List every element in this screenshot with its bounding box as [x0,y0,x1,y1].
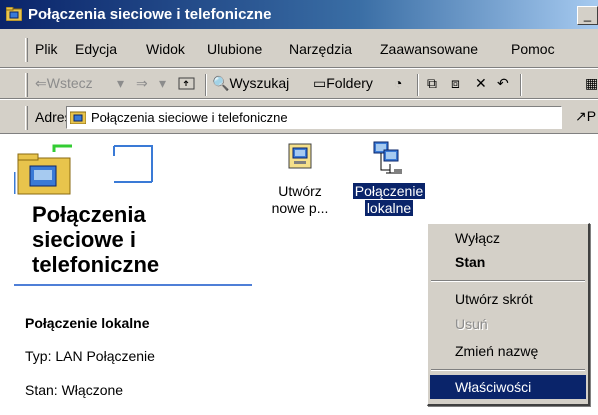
webview-title-line: telefoniczne [32,252,160,277]
network-folder-icon [70,111,86,124]
toolbar: ⇐Wstecz ▾ ⇒ ▾ 🔍Wyszukaj ▭Foldery ◔ ⧉ ⧈ ✕… [0,68,598,99]
label-line: lokalne [364,200,414,216]
search-label: Wyszukaj [229,75,290,91]
menu-tools[interactable]: Narzędzia [289,41,352,57]
minimize-button[interactable]: _ [577,6,598,25]
go-arrow-icon: ↗ [575,108,587,124]
new-connection-label: Utwórz nowe p... [255,183,345,217]
menu-separator [431,280,585,282]
menu-file[interactable]: Plik [35,41,58,57]
local-connection-label: Połączenie lokalne [344,183,434,217]
label-line: nowe p... [271,200,329,216]
address-bar: Adres Połączenia sieciowe i telefoniczne… [0,99,598,134]
ctx-create-shortcut[interactable]: Utwórz skrót [430,287,586,311]
search-icon: 🔍 [212,75,230,91]
folders-label: Foldery [326,75,373,91]
webview-title-line: Połączenia [32,202,146,227]
window-title: Połączenia sieciowe i telefoniczne [28,6,272,23]
menu-bar: Plik Edycja Widok Ulubione Narzędzia Zaa… [0,29,598,68]
label-line: Utwórz [278,183,322,199]
menu-separator [431,369,585,371]
webview-title-line: sieciowe i [32,227,136,252]
context-menu: Wyłącz Stan Utwórz skrót Usuń Zmień nazw… [427,223,590,406]
ctx-delete: Usuń [455,316,488,332]
ctx-rename[interactable]: Zmień nazwę [430,339,586,363]
ctx-status[interactable]: Stan [430,250,586,274]
webview-divider [14,284,252,286]
selected-item-status: Stan: Włączone [25,382,124,398]
selected-item-name: Połączenie lokalne [25,315,150,331]
go-button[interactable]: ↗P [575,108,596,125]
toolbar-separator [520,74,522,96]
views-icon[interactable]: ▦ [585,75,598,92]
forward-dropdown-icon[interactable]: ▾ [159,75,166,92]
go-label: P [586,108,597,124]
network-folder-banner-icon [14,144,153,195]
up-folder-glyph [178,77,195,90]
undo-icon[interactable]: ↶ [497,75,509,92]
selected-item-type: Typ: LAN Połączenie [25,348,155,364]
address-input[interactable]: Połączenia sieciowe i telefoniczne ▼ [66,106,562,129]
history-icon[interactable]: ◔ [394,75,402,91]
menu-advanced[interactable]: Zaawansowane [380,41,478,57]
ctx-disable[interactable]: Wyłącz [430,226,586,250]
search-button[interactable]: 🔍Wyszukaj [212,75,289,92]
back-arrow-icon: ⇐ [35,75,47,91]
delete-icon[interactable]: ✕ [475,75,487,92]
menu-help[interactable]: Pomoc [511,41,555,57]
back-label: Wstecz [46,75,93,91]
local-connection-item[interactable]: Połączenie lokalne [344,140,434,220]
up-folder-icon[interactable] [178,75,195,93]
title-bar[interactable]: Połączenia sieciowe i telefoniczne _ [0,0,598,29]
network-folder-icon [6,7,22,21]
menu-view[interactable]: Widok [146,41,185,57]
ctx-properties[interactable]: Właściwości [430,375,586,399]
menu-edit[interactable]: Edycja [75,41,117,57]
new-connection-icon [288,143,312,169]
toolbar-grip[interactable] [25,73,28,97]
webview-title: Połączenia sieciowe i telefoniczne [32,202,262,277]
toolbar-separator [417,74,419,96]
address-bar-grip[interactable] [25,106,28,130]
back-dropdown-icon[interactable]: ▾ [117,75,124,92]
label-line: Połączenie [352,183,426,199]
address-value: Połączenia sieciowe i telefoniczne [91,110,288,125]
folders-button[interactable]: ▭Foldery [313,75,373,92]
toolbar-separator [205,74,207,96]
move-to-icon[interactable]: ⧉ [427,75,437,92]
copy-to-icon[interactable]: ⧈ [451,75,460,92]
forward-arrow-icon[interactable]: ⇒ [136,75,148,92]
menu-favorites[interactable]: Ulubione [207,41,262,57]
menu-bar-grip[interactable] [25,38,28,62]
back-button[interactable]: ⇐Wstecz [35,75,93,92]
new-connection-item[interactable]: Utwórz nowe p... [255,140,345,220]
folders-icon: ▭ [313,75,327,91]
lan-connection-icon [373,141,402,174]
